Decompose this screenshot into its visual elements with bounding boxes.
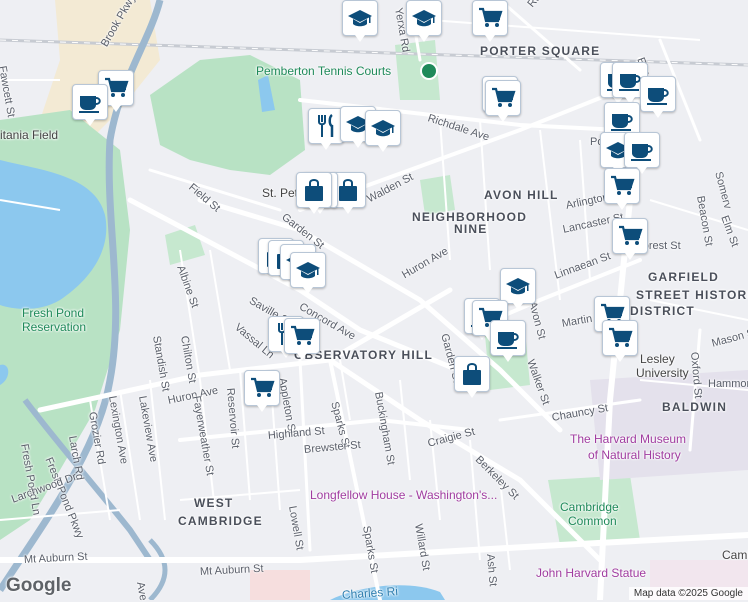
shopping-cart-icon [289, 323, 315, 349]
area-label: STREET HISTORIC [636, 288, 748, 302]
shopping-cart-marker[interactable] [604, 168, 640, 210]
education-marker[interactable] [500, 268, 536, 310]
education-marker[interactable] [290, 252, 326, 294]
street-label: Hammond [708, 378, 748, 390]
shopping-cart-marker[interactable] [472, 0, 508, 42]
shopping-cart-icon [607, 325, 633, 351]
map-copyright[interactable]: Map data ©2025 Google [628, 587, 748, 600]
shopping-cart-icon [609, 173, 635, 199]
poi-label: Reservation [22, 320, 87, 334]
shopping-bag-marker[interactable] [296, 172, 332, 214]
cafe-icon [609, 107, 635, 133]
area-label: CAMBRIDGE [178, 514, 263, 528]
shopping-bag-icon [301, 177, 327, 203]
education-icon [347, 5, 373, 31]
education-marker[interactable] [406, 0, 442, 42]
area-label: DISTRICT [630, 304, 695, 318]
shopping-cart-marker[interactable] [602, 320, 638, 362]
shopping-cart-marker[interactable] [612, 218, 648, 260]
cafe-icon [629, 137, 655, 163]
shopping-cart-marker[interactable] [284, 318, 320, 360]
education-marker[interactable] [342, 0, 378, 42]
poi-label: Longfellow House - Washington's... [310, 488, 498, 502]
area-label: BALDWIN [662, 400, 728, 414]
cafe-marker[interactable] [490, 320, 526, 362]
poi-label: of Natural History [588, 448, 681, 462]
poi-label: Lesley [640, 352, 675, 366]
cafe-icon [495, 325, 521, 351]
poi-label: Fresh Pond [22, 306, 85, 320]
education-icon [411, 5, 437, 31]
education-icon [295, 257, 321, 283]
cafe-marker[interactable] [640, 76, 676, 118]
cafe-marker[interactable] [624, 132, 660, 174]
area-label: NINE [454, 222, 488, 236]
area-label: WEST [194, 496, 234, 510]
shopping-bag-marker[interactable] [454, 356, 490, 398]
area-label: AVON HILL [484, 188, 559, 202]
area-label: GARFIELD [648, 270, 719, 284]
poi-label: itania Field [0, 128, 59, 142]
place-pin-icon[interactable] [420, 62, 438, 80]
map-canvas[interactable]: PORTER SQUARE AVON HILL NEIGHBORHOOD NINE GA… [0, 0, 748, 602]
education-icon [505, 273, 531, 299]
poi-label: Common [568, 514, 617, 528]
poi-label: John Harvard Statue [536, 566, 647, 580]
area-label: PORTER SQUARE [480, 44, 601, 58]
restaurant-marker[interactable] [308, 108, 344, 150]
shopping-cart-marker[interactable] [244, 370, 280, 412]
cafe-icon [77, 89, 103, 115]
shopping-cart-icon [617, 223, 643, 249]
shopping-cart-icon [490, 85, 516, 111]
shopping-bag-icon [459, 361, 485, 387]
poi-label: University [636, 366, 689, 380]
poi-label: Camb [722, 548, 748, 562]
poi-label: Pemberton Tennis Courts [256, 64, 392, 78]
education-icon [370, 115, 396, 141]
cafe-icon [645, 81, 671, 107]
shopping-cart-icon [477, 5, 503, 31]
google-logo: Google [6, 575, 72, 596]
shopping-cart-marker[interactable] [485, 80, 521, 122]
poi-label: Cambridge [560, 500, 619, 514]
cafe-marker[interactable] [72, 84, 108, 126]
education-marker[interactable] [365, 110, 401, 152]
park-misc-3 [420, 175, 455, 215]
poi-label: The Harvard Museum [570, 432, 687, 446]
restaurant-icon [313, 113, 339, 139]
shopping-cart-icon [249, 375, 275, 401]
shopping-bag-icon [335, 177, 361, 203]
